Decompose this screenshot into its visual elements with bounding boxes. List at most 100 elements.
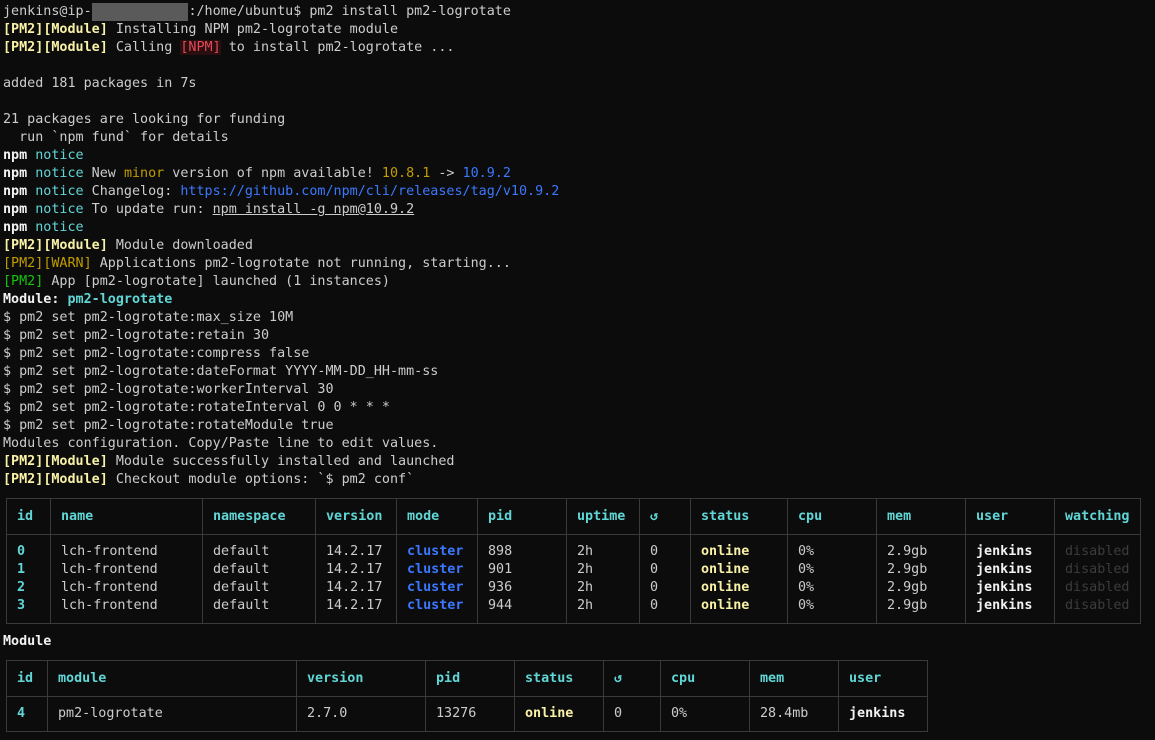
pm2-tag: [PM2] (3, 274, 44, 289)
cell-id: 2 (6, 579, 51, 597)
cell-name: lch-frontend (50, 561, 203, 579)
table-row: 2 lch-frontend default 14.2.17 cluster 9… (6, 579, 1141, 597)
table-row: 0 lch-frontend default 14.2.17 cluster 8… (6, 543, 1141, 561)
cell-restarts: 0 (603, 705, 661, 723)
log-line: added 181 packages in 7s (3, 76, 197, 91)
notice-label: notice (35, 202, 84, 217)
table-header-row: id module version pid status ↺ cpu mem u… (6, 660, 928, 697)
redacted-ip: xxxxxxxxxxxx (91, 3, 189, 21)
log-line: [PM2][Module] Module downloaded (3, 237, 1155, 255)
pm2-tag: [PM2] (3, 454, 44, 469)
cell-id: 1 (6, 561, 51, 579)
notice-label: notice (35, 184, 84, 199)
set-command: $ pm2 set pm2-logrotate:compress false (3, 346, 310, 361)
set-command: $ pm2 set pm2-logrotate:rotateModule tru… (3, 418, 334, 433)
table-row: 1 lch-frontend default 14.2.17 cluster 9… (6, 561, 1141, 579)
npm-notice-line: npm notice Changelog: https://github.com… (3, 183, 1155, 201)
module-tag: [Module] (43, 454, 108, 469)
set-command: $ pm2 set pm2-logrotate:max_size 10M (3, 310, 294, 325)
col-header: version (315, 498, 397, 535)
log-text: Installing NPM pm2-logrotate module (107, 22, 399, 37)
cell-mem: 28.4mb (749, 705, 839, 723)
log-text: New (83, 166, 124, 181)
cell-cpu: 0% (787, 597, 877, 615)
cell-user: jenkins (965, 543, 1055, 561)
cell-watching: disabled (1054, 597, 1141, 615)
cell-namespace: default (202, 561, 316, 579)
npm-notice-line: npm notice (3, 147, 1155, 165)
module-name: pm2-logrotate (67, 292, 173, 307)
cell-namespace: default (202, 579, 316, 597)
col-header: mem (749, 660, 839, 697)
col-header: module (47, 660, 297, 697)
npm-label: npm (3, 220, 28, 235)
cell-version: 14.2.17 (315, 579, 397, 597)
module-tag: [Module] (43, 22, 108, 37)
log-line: [PM2][WARN] Applications pm2-logrotate n… (3, 255, 1155, 273)
log-text: to install pm2-logrotate ... (220, 40, 455, 55)
update-command: npm install -g npm@10.9.2 (212, 202, 415, 217)
cell-status: online (690, 579, 788, 597)
changelog-link[interactable]: https://github.com/npm/cli/releases/tag/… (180, 184, 559, 199)
log-line: [PM2][Module] Calling [NPM] to install p… (3, 39, 1155, 57)
log-text: To update run: (83, 202, 213, 217)
prompt-path-command: :/home/ubuntu$ pm2 install pm2-logrotate (188, 4, 511, 19)
new-version: 10.9.2 (462, 166, 511, 181)
cell-uptime: 2h (566, 579, 640, 597)
cell-watching: disabled (1054, 543, 1141, 561)
module-tag: [Module] (43, 472, 108, 487)
cell-mem: 2.9gb (876, 561, 966, 579)
col-header: cpu (787, 498, 877, 535)
cell-mode: cluster (396, 543, 478, 561)
spacer-row (6, 696, 928, 705)
arrow: -> (430, 166, 463, 181)
module-label: Module: (3, 292, 68, 307)
spacer-row (6, 723, 928, 732)
log-line: [PM2][Module] Installing NPM pm2-logrota… (3, 21, 1155, 39)
set-command: $ pm2 set pm2-logrotate:retain 30 (3, 328, 270, 343)
col-header: watching (1054, 498, 1141, 535)
npm-notice-line: npm notice (3, 219, 1155, 237)
cell-restarts: 0 (639, 561, 691, 579)
pm2-tag: [PM2] (3, 256, 44, 271)
spacer-row (6, 534, 1141, 543)
col-header: id (6, 660, 48, 697)
module-heading: Module (3, 634, 52, 649)
col-header: name (50, 498, 203, 535)
cell-name: lch-frontend (50, 579, 203, 597)
npm-label: npm (3, 202, 28, 217)
cell-mode: cluster (396, 597, 478, 615)
cell-uptime: 2h (566, 597, 640, 615)
terminal-output: jenkins@ip-xxxxxxxxxxxx:/home/ubuntu$ pm… (3, 3, 1155, 489)
npm-notice-line: npm notice New minor version of npm avai… (3, 165, 1155, 183)
log-line: [PM2][Module] Module successfully instal… (3, 453, 1155, 471)
cell-status: online (514, 705, 604, 723)
cell-mem: 2.9gb (876, 543, 966, 561)
col-header: pid (425, 660, 515, 697)
prompt-user: jenkins@ip- (3, 4, 92, 19)
cell-version: 14.2.17 (315, 561, 397, 579)
warn-tag: [WARN] (43, 256, 92, 271)
col-header: user (838, 660, 928, 697)
cell-namespace: default (202, 597, 316, 615)
log-line: Modules configuration. Copy/Paste line t… (3, 436, 439, 451)
cell-restarts: 0 (639, 579, 691, 597)
log-text: App [pm2-logrotate] launched (1 instance… (43, 274, 390, 289)
module-tag: [Module] (43, 238, 108, 253)
cell-name: lch-frontend (50, 597, 203, 615)
module-tag: [Module] (43, 40, 108, 55)
pm2-tag: [PM2] (3, 40, 44, 55)
npm-label: npm (3, 148, 28, 163)
log-text: Checkout module options: `$ pm2 conf` (107, 472, 415, 487)
log-text: Calling (107, 40, 181, 55)
cell-pid: 898 (477, 543, 567, 561)
cell-name: lch-frontend (50, 543, 203, 561)
cell-uptime: 2h (566, 561, 640, 579)
cell-namespace: default (202, 543, 316, 561)
command-line: jenkins@ip-xxxxxxxxxxxx:/home/ubuntu$ pm… (3, 3, 1155, 21)
module-table: id module version pid status ↺ cpu mem u… (6, 660, 928, 732)
cell-pid: 901 (477, 561, 567, 579)
cell-mode: cluster (396, 579, 478, 597)
cell-cpu: 0% (660, 705, 750, 723)
